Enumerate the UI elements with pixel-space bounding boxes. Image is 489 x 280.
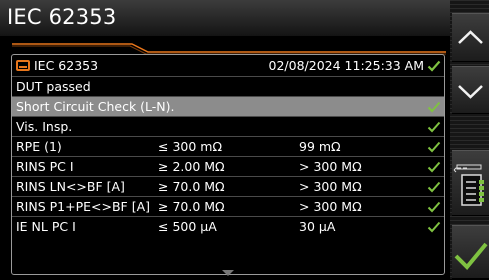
result-row[interactable]: IE NL PC I ≤ 500 µA 30 µA bbox=[12, 216, 444, 236]
row-label: Short Circuit Check (L-N). bbox=[16, 99, 175, 114]
check-icon bbox=[427, 181, 441, 193]
check-icon bbox=[427, 141, 441, 153]
scroll-up-button[interactable] bbox=[452, 13, 489, 62]
result-row[interactable]: RINS LN<>BF [A] ≥ 70.0 MΩ > 300 MΩ bbox=[12, 176, 444, 196]
result-row[interactable]: RINS P1+PE<>BF [A] ≥ 70.0 MΩ > 300 MΩ bbox=[12, 196, 444, 216]
row-label: RPE (1) bbox=[16, 139, 62, 154]
scroll-down-button[interactable] bbox=[452, 66, 489, 114]
row-value: > 300 MΩ bbox=[299, 159, 362, 174]
title-bar: IEC 62353 bbox=[0, 0, 450, 36]
main-panel: IEC 62353 IEC 62353 02/08/2024 11:25:33 … bbox=[0, 0, 450, 279]
result-row[interactable]: RPE (1) ≤ 300 mΩ 99 mΩ bbox=[12, 136, 444, 156]
report-list-button[interactable] bbox=[452, 150, 489, 216]
row-value: > 300 MΩ bbox=[299, 199, 362, 214]
result-row[interactable]: DUT passed bbox=[12, 76, 444, 96]
row-label: Vis. Insp. bbox=[16, 119, 73, 134]
check-icon bbox=[427, 161, 441, 173]
card-icon bbox=[16, 60, 30, 71]
row-label: IE NL PC I bbox=[16, 219, 76, 234]
row-label: RINS PC I bbox=[16, 159, 74, 174]
row-limit: ≥ 2.00 MΩ bbox=[158, 159, 225, 174]
header-datetime: 02/08/2024 11:25:33 AM bbox=[268, 58, 424, 73]
result-row[interactable]: Short Circuit Check (L-N). bbox=[12, 96, 444, 116]
page-title: IEC 62353 bbox=[7, 5, 117, 29]
check-icon bbox=[427, 201, 441, 213]
header-name: IEC 62353 bbox=[34, 58, 99, 73]
row-value: > 300 MΩ bbox=[299, 179, 362, 194]
confirm-button[interactable] bbox=[452, 225, 489, 279]
side-toolbar bbox=[450, 0, 489, 279]
row-label: RINS P1+PE<>BF [A] bbox=[16, 199, 151, 214]
row-limit: ≥ 70.0 MΩ bbox=[158, 179, 225, 194]
check-icon bbox=[427, 121, 441, 133]
results-header: IEC 62353 02/08/2024 11:25:33 AM bbox=[12, 55, 444, 76]
row-label: DUT passed bbox=[16, 79, 91, 94]
row-limit: ≥ 70.0 MΩ bbox=[158, 199, 225, 214]
row-limit: ≤ 300 mΩ bbox=[158, 139, 223, 154]
row-value: 99 mΩ bbox=[299, 139, 341, 154]
check-icon bbox=[427, 221, 441, 233]
check-icon bbox=[427, 60, 441, 72]
result-row[interactable]: RINS PC I ≥ 2.00 MΩ > 300 MΩ bbox=[12, 156, 444, 176]
scroll-more-indicator bbox=[222, 270, 234, 276]
confirm-check-icon bbox=[454, 242, 488, 270]
scroll-down-icon bbox=[458, 85, 483, 99]
row-value: 30 µA bbox=[299, 219, 336, 234]
row-label: RINS LN<>BF [A] bbox=[16, 179, 125, 194]
results-panel: IEC 62353 02/08/2024 11:25:33 AM DUT pas… bbox=[11, 54, 445, 275]
scroll-up-icon bbox=[458, 30, 483, 44]
result-row[interactable]: Vis. Insp. bbox=[12, 116, 444, 136]
row-limit: ≤ 500 µA bbox=[158, 219, 217, 234]
check-icon bbox=[427, 101, 441, 113]
report-list-icon bbox=[453, 164, 484, 206]
